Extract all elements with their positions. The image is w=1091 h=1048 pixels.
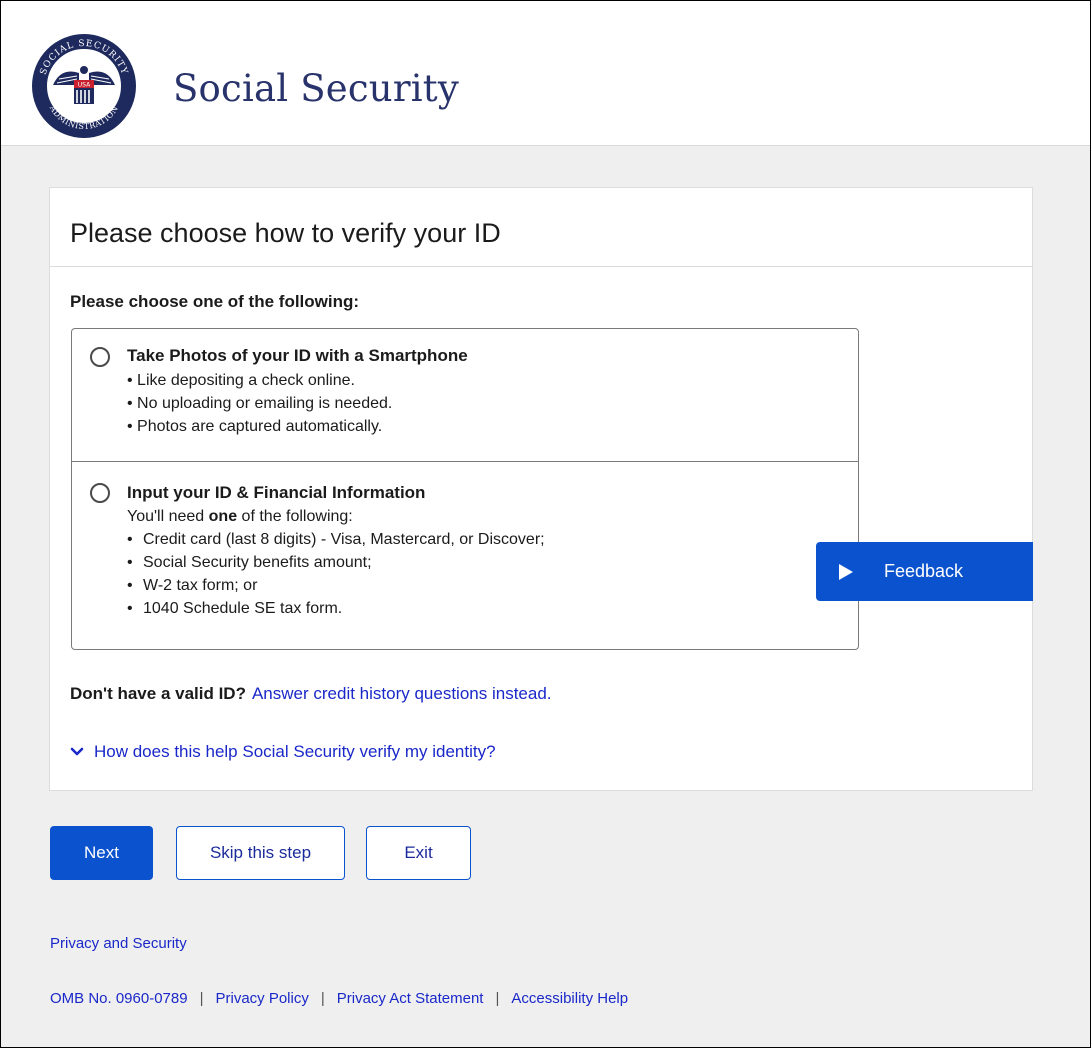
list-item: • W-2 tax form; or [127, 577, 258, 594]
accessibility-help-link[interactable]: Accessibility Help [511, 990, 628, 1007]
page: SOCIAL SECURITY ADMINISTRATION USA Socia… [0, 0, 1091, 1048]
how-it-helps-expander[interactable]: How does this help Social Security verif… [70, 742, 496, 762]
page-title: Please choose how to verify your ID [70, 218, 501, 248]
option-title: Input your ID & Financial Information [127, 483, 426, 502]
radio-smartphone-photos[interactable] [90, 347, 110, 367]
option-description: You'll need one of the following: • Credi… [127, 505, 545, 620]
option-id-financial-info[interactable]: Input your ID & Financial Information Yo… [72, 461, 858, 649]
bullet-text: 1040 Schedule SE tax form. [143, 600, 343, 617]
no-valid-id-label: Don't have a valid ID? [70, 684, 246, 703]
list-item: • Credit card (last 8 digits) - Visa, Mas… [127, 531, 545, 548]
list-item: • Social Security benefits amount; [127, 554, 372, 571]
next-button[interactable]: Next [50, 826, 153, 880]
footer-separator: | [199, 990, 204, 1007]
footer-links: OMB No. 0960-0789 | Privacy Policy | Pri… [50, 990, 628, 1007]
brand-title: Social Security [173, 67, 459, 110]
feedback-label: Feedback [884, 561, 964, 581]
card-divider [50, 266, 1032, 267]
how-it-helps-label: How does this help Social Security verif… [94, 742, 496, 761]
radio-id-financial-info[interactable] [90, 483, 110, 503]
need-pre: You'll need [127, 508, 209, 525]
privacy-and-security-link[interactable]: Privacy and Security [50, 935, 187, 952]
choose-label: Please choose one of the following: [70, 292, 360, 311]
option-line: • Like depositing a check online. [127, 372, 355, 389]
exit-button[interactable]: Exit [366, 826, 471, 880]
bullet-text: W-2 tax form; or [143, 577, 258, 594]
privacy-act-link[interactable]: Privacy Act Statement [337, 990, 484, 1007]
bullet-text: Credit card (last 8 digits) - Visa, Mast… [143, 531, 545, 548]
verification-options: Take Photos of your ID with a Smartphone… [71, 328, 859, 650]
credit-history-link[interactable]: Answer credit history questions instead. [252, 684, 552, 703]
need-line: You'll need one of the following: [127, 505, 545, 528]
need-bold: one [208, 508, 238, 525]
option-line: • No uploading or emailing is needed. [127, 395, 393, 412]
svg-text:USA: USA [78, 82, 91, 89]
omb-number: OMB No. 0960-0789 [50, 990, 188, 1007]
option-description: • Like depositing a check online. • No u… [127, 369, 392, 438]
option-line: • Photos are captured automatically. [127, 418, 383, 435]
list-item: • 1040 Schedule SE tax form. [127, 600, 343, 617]
site-header: SOCIAL SECURITY ADMINISTRATION USA Socia… [1, 1, 1090, 146]
play-icon [839, 563, 853, 580]
skip-step-button[interactable]: Skip this step [176, 826, 345, 880]
bullet-text: Social Security benefits amount; [143, 554, 372, 571]
privacy-policy-link[interactable]: Privacy Policy [215, 990, 308, 1007]
option-title: Take Photos of your ID with a Smartphone [127, 346, 468, 365]
need-post: of the following: [237, 508, 353, 525]
chevron-down-icon [70, 747, 84, 756]
ssa-seal-logo: SOCIAL SECURITY ADMINISTRATION USA [32, 34, 136, 138]
no-valid-id-row: Don't have a valid ID? Answer credit hist… [70, 684, 552, 704]
option-smartphone-photos[interactable]: Take Photos of your ID with a Smartphone… [72, 329, 858, 461]
verify-id-card: Please choose how to verify your ID Plea… [49, 187, 1033, 791]
footer-separator: | [495, 990, 500, 1007]
footer-separator: | [320, 990, 325, 1007]
feedback-button[interactable]: Feedback [816, 542, 1033, 601]
